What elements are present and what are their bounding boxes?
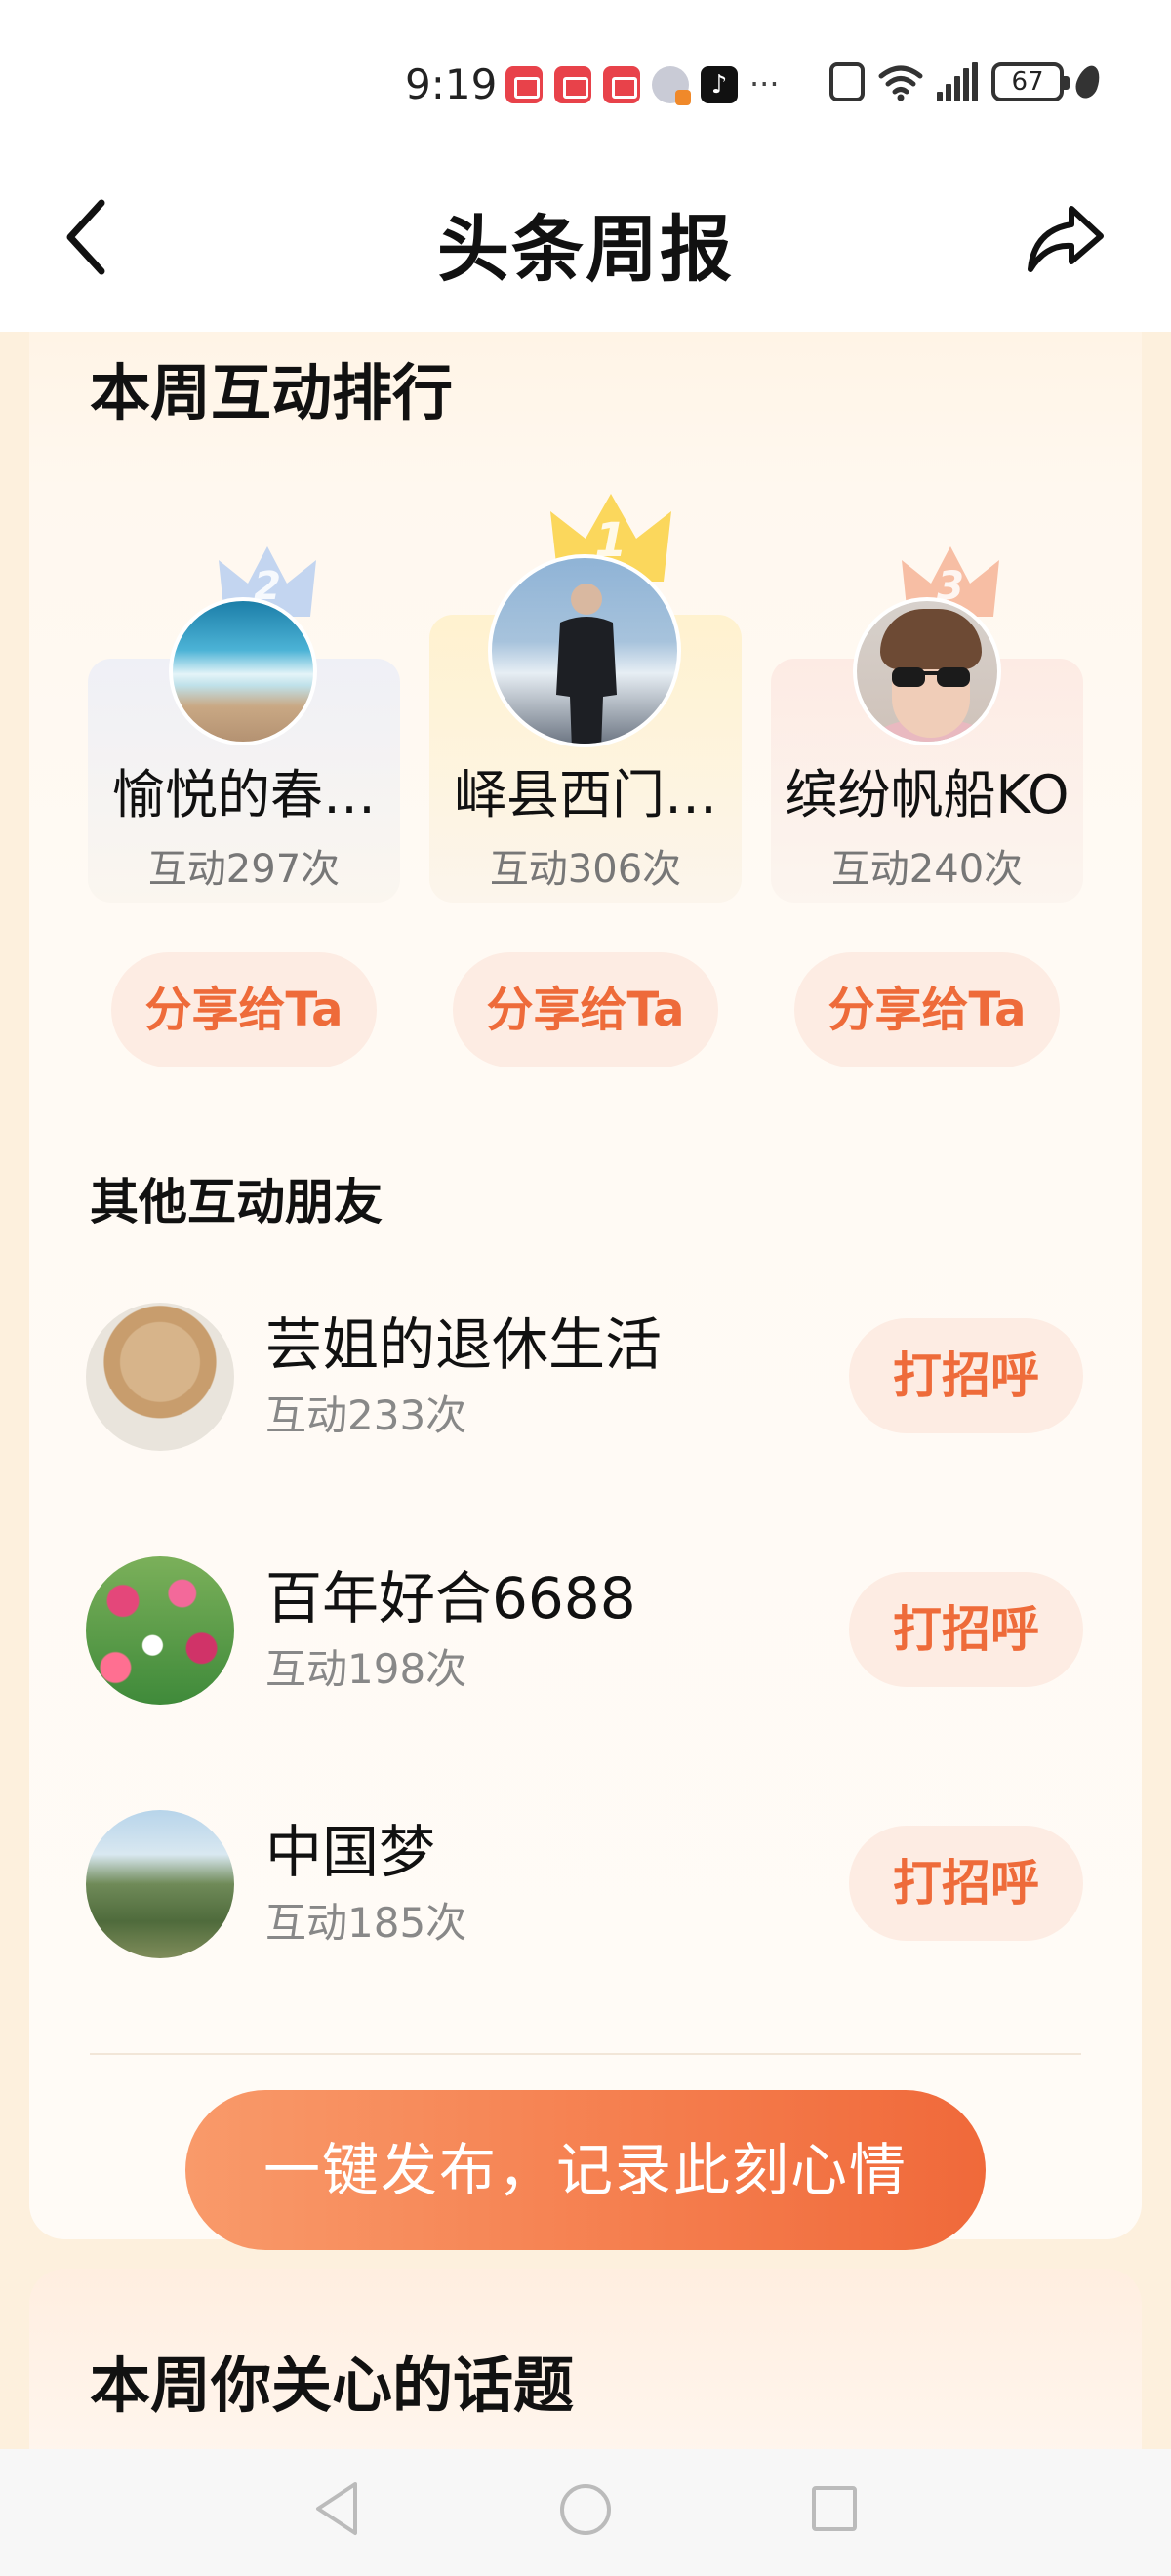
avatar[interactable] — [853, 597, 1001, 745]
system-icons: 67 — [829, 62, 1105, 101]
share-to-friend-button[interactable]: 分享给Ta — [111, 952, 377, 1067]
status-bar: 9:19 ♪ ··· 67 — [0, 0, 1171, 166]
topics-section-title: 本周你关心的话题 — [90, 2350, 575, 2421]
ranking-section-title: 本周互动排行 — [90, 357, 454, 428]
nav-recent-icon[interactable] — [812, 2486, 857, 2531]
divider — [90, 2053, 1081, 2055]
avatar[interactable] — [86, 1810, 234, 1958]
podium-count: 互动306次 — [489, 847, 682, 892]
podium-count: 互动297次 — [147, 847, 341, 892]
nav-back-icon[interactable] — [310, 2478, 363, 2539]
list-item: 芸姐的退休生活 互动233次 打招呼 — [0, 1303, 1171, 1459]
wifi-icon — [878, 65, 923, 101]
app-notification-icon — [603, 66, 640, 103]
friend-count: 互动233次 — [265, 1391, 467, 1439]
app-notification-icon — [505, 66, 543, 103]
avatar[interactable] — [86, 1556, 234, 1705]
podium-name: 愉悦的春… — [112, 764, 376, 825]
other-friends-title: 其他互动朋友 — [90, 1174, 383, 1230]
avatar[interactable] — [86, 1303, 234, 1451]
list-item: 中国梦 互动185次 打招呼 — [0, 1810, 1171, 1966]
podium-count: 互动240次 — [830, 847, 1024, 892]
signal-icon — [937, 62, 978, 101]
person-figure — [556, 584, 617, 744]
greet-button[interactable]: 打招呼 — [849, 1318, 1083, 1433]
podium-name: 缤纷帆船KO — [785, 764, 1070, 825]
battery-icon: 67 — [991, 62, 1070, 101]
sunglasses-icon — [892, 667, 970, 687]
app-notification-icon — [652, 66, 691, 105]
share-to-friend-button[interactable]: 分享给Ta — [794, 952, 1060, 1067]
app-notification-icon — [554, 66, 591, 103]
nfc-icon — [829, 62, 865, 101]
share-icon[interactable] — [1025, 201, 1107, 279]
nav-home-icon[interactable] — [560, 2484, 611, 2535]
avatar[interactable] — [169, 597, 317, 745]
tiktok-icon: ♪ — [701, 66, 738, 103]
power-saving-icon — [1071, 62, 1105, 101]
page-title: 头条周报 — [437, 208, 734, 292]
podium-name: 峄县西门… — [454, 764, 717, 825]
status-time: 9:19 — [405, 60, 498, 108]
avatar[interactable] — [488, 554, 681, 747]
greet-button[interactable]: 打招呼 — [849, 1572, 1083, 1687]
share-to-friend-button[interactable]: 分享给Ta — [453, 952, 718, 1067]
avatar-hair — [880, 609, 982, 669]
friend-name: 百年好合6688 — [265, 1565, 636, 1631]
friend-count: 互动185次 — [265, 1899, 467, 1947]
notification-icons: ♪ ··· — [505, 65, 780, 105]
publish-button[interactable]: 一键发布，记录此刻心情 — [185, 2090, 986, 2250]
more-notifications-icon: ··· — [749, 65, 780, 102]
list-item: 百年好合6688 互动198次 打招呼 — [0, 1556, 1171, 1712]
greet-button[interactable]: 打招呼 — [849, 1826, 1083, 1941]
friend-name: 芸姐的退休生活 — [265, 1311, 663, 1378]
friend-name: 中国梦 — [265, 1819, 436, 1885]
friend-count: 互动198次 — [265, 1645, 467, 1693]
